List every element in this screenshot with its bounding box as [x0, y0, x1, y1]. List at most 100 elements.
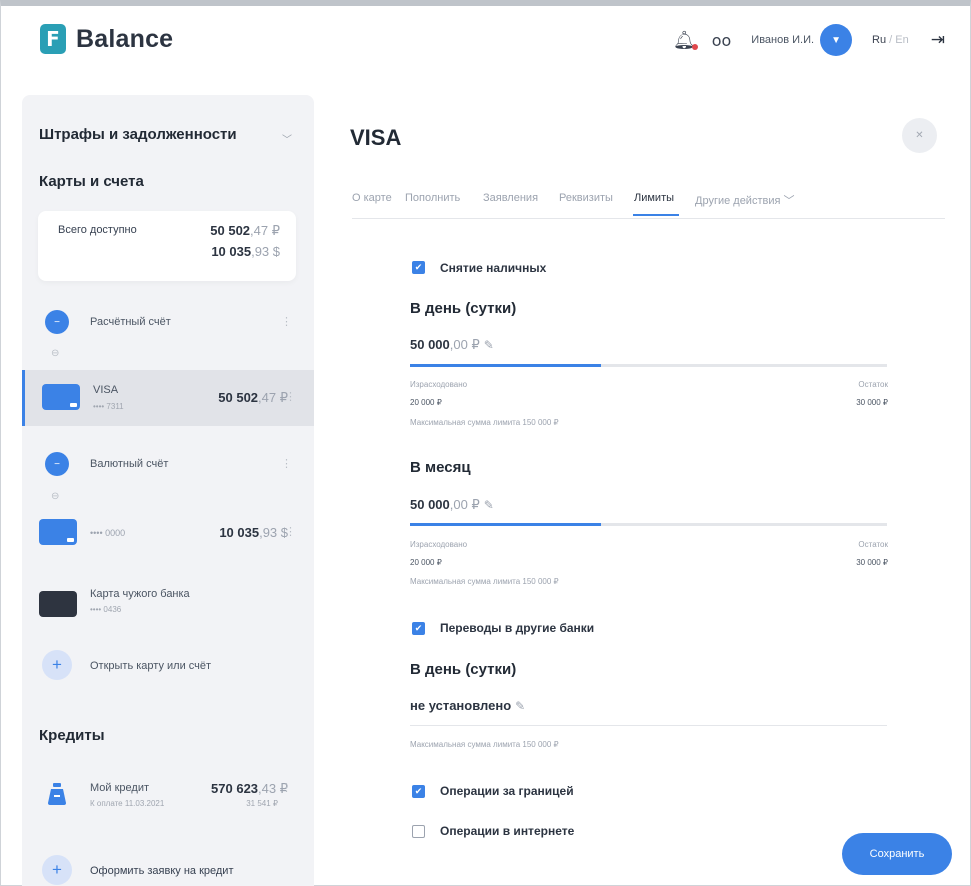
credit-due: К оплате 11.03.2021	[90, 799, 165, 808]
available-rub-dec: ,47 ₽	[250, 223, 280, 238]
cash-day-amount[interactable]: 50 000,00 ₽ ✎	[410, 337, 494, 353]
transfers-checkbox[interactable]: ✔	[412, 622, 425, 635]
transfers-day-heading: В день (сутки)	[410, 661, 517, 678]
chevron-down-icon[interactable]: ﹀	[282, 131, 292, 146]
cash-month-dec: ,00 ₽	[449, 497, 480, 512]
available-label: Всего доступно	[58, 224, 137, 236]
max-limit-note: Максимальная сумма лимита 150 000 ₽	[410, 577, 559, 586]
card-balance: 50 502,47 ₽	[218, 390, 288, 406]
spent-label: Израсходовано	[410, 540, 468, 549]
more-icon[interactable]: ⋮	[281, 781, 292, 794]
tab-about[interactable]: О карте	[352, 192, 392, 204]
credits-section-title: Кредиты	[39, 727, 105, 744]
cash-month-progress	[410, 523, 887, 526]
app-logo[interactable]: F Balance	[40, 24, 173, 54]
check-icon: ✔	[414, 623, 423, 633]
pencil-icon[interactable]: ✎	[484, 338, 494, 352]
language-switch[interactable]: Ru / En	[872, 34, 909, 46]
tab-applications[interactable]: Заявления	[483, 192, 538, 204]
close-icon: ✕	[915, 130, 924, 141]
active-tab-indicator	[633, 214, 679, 216]
tab-requisites[interactable]: Реквизиты	[559, 192, 613, 204]
credit-bag-icon	[48, 783, 66, 805]
card-balance-int: 50 502	[218, 390, 259, 405]
header-controls: 🔔︎ օօ Иванов И.И. ▼ Ru / En ⇥	[673, 24, 945, 56]
logout-icon[interactable]: ⇥	[931, 30, 945, 50]
open-card-button[interactable]: + Открыть карту или счёт	[22, 650, 314, 682]
credit-row[interactable]: Мой кредит К оплате 11.03.2021 570 623,4…	[22, 777, 314, 817]
fines-section[interactable]: Штрафы и задолженности	[39, 126, 237, 143]
more-icon[interactable]: ⋮	[281, 315, 292, 328]
transfers-day-line	[410, 725, 887, 726]
more-icon[interactable]: ⋮	[285, 525, 296, 538]
progress-fill	[410, 523, 601, 526]
card-number: •••• 7311	[93, 402, 124, 411]
account-row-foreign-card[interactable]: Карта чужого банка •••• 0436	[22, 585, 314, 625]
tab-other-actions[interactable]: Другие действия ﹀	[695, 192, 795, 208]
check-icon: ✔	[414, 262, 423, 272]
account-title: Расчётный счёт	[90, 316, 171, 328]
available-rub: 50 502,47 ₽	[210, 223, 280, 239]
card-balance-dec: ,47 ₽	[258, 390, 288, 405]
user-name[interactable]: Иванов И.И.	[751, 34, 814, 46]
page-title: VISA	[350, 125, 402, 150]
progress-fill	[410, 364, 601, 367]
transfers-day-value[interactable]: не установлено ✎	[410, 698, 525, 713]
bell-icon[interactable]: 🔔︎	[673, 30, 698, 51]
open-card-label: Открыть карту или счёт	[90, 660, 212, 672]
glasses-icon[interactable]: օօ	[712, 31, 732, 50]
card-balance-int: 10 035	[219, 525, 260, 540]
left-value: 30 000 ₽	[856, 558, 888, 567]
tab-other-actions-label: Другие действия	[695, 195, 781, 207]
abroad-checkbox[interactable]: ✔	[412, 785, 425, 798]
cash-day-progress	[410, 364, 887, 367]
pencil-icon[interactable]: ✎	[515, 699, 525, 713]
card-number: •••• 0000	[90, 528, 126, 538]
cash-checkbox[interactable]: ✔	[412, 261, 425, 274]
lang-ru[interactable]: Ru	[872, 34, 886, 46]
tab-limits[interactable]: Лимиты	[634, 192, 674, 204]
card-icon	[42, 384, 80, 410]
internet-label: Операции в интернете	[440, 824, 575, 838]
logo-icon: F	[40, 24, 66, 54]
chevron-down-icon: ▼	[831, 34, 841, 46]
credit-amount: 570 623,43 ₽	[211, 781, 288, 797]
cash-month-heading: В месяц	[410, 459, 471, 476]
card-icon	[39, 519, 77, 545]
spent-value: 20 000 ₽	[410, 398, 442, 407]
cash-label: Снятие наличных	[440, 261, 547, 275]
user-menu-button[interactable]: ▼	[820, 24, 853, 56]
more-icon[interactable]: ⋮	[285, 390, 296, 403]
transfers-label: Переводы в другие банки	[440, 621, 595, 635]
pencil-icon[interactable]: ✎	[484, 498, 494, 512]
cash-day-int: 50 000	[410, 337, 450, 352]
tab-topup[interactable]: Пополнить	[405, 192, 460, 204]
card-title: VISA	[93, 384, 119, 396]
lang-separator: /	[886, 34, 896, 46]
lang-en[interactable]: En	[895, 34, 908, 46]
left-label: Остаток	[858, 380, 888, 389]
account-row-settlement[interactable]: − Расчётный счёт ⋮	[22, 307, 314, 337]
credit-amount-int: 570 623	[211, 781, 259, 796]
max-limit-note: Максимальная сумма лимита 150 000 ₽	[410, 418, 559, 427]
card-balance: 10 035,93 $	[219, 525, 288, 540]
available-usd-int: 10 035	[211, 244, 252, 259]
account-row-currency[interactable]: − Валютный счёт ⋮	[22, 449, 314, 479]
available-usd-dec: ,93 $	[251, 244, 280, 259]
save-button[interactable]: Сохранить	[842, 833, 952, 875]
credit-title: Мой кредит	[90, 782, 150, 794]
more-icon[interactable]: ⋮	[281, 457, 292, 470]
available-rub-int: 50 502	[210, 223, 251, 238]
cash-month-int: 50 000	[410, 497, 450, 512]
credit-payment: 31 541 ₽	[246, 799, 278, 808]
account-row-usd-card[interactable]: •••• 0000 10 035,93 $ ⋮	[22, 515, 314, 555]
app-name: Balance	[76, 24, 174, 53]
sidebar: Штрафы и задолженности ﹀ Карты и счета В…	[22, 95, 314, 886]
card-number: •••• 0436	[90, 605, 122, 614]
close-button[interactable]: ✕	[902, 118, 937, 153]
apply-credit-button[interactable]: + Оформить заявку на кредит	[22, 855, 314, 886]
cash-month-amount[interactable]: 50 000,00 ₽ ✎	[410, 497, 494, 513]
account-row-visa[interactable]: VISA •••• 7311 50 502,47 ₽ ⋮	[22, 370, 314, 426]
link-icon: ⊖	[51, 491, 60, 502]
internet-checkbox[interactable]	[412, 825, 425, 838]
